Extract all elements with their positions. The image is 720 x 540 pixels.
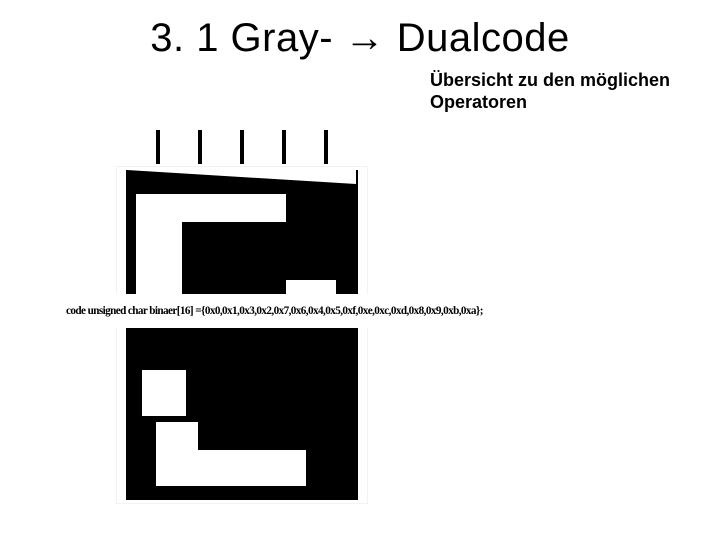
lead-2 xyxy=(198,130,202,164)
subtitle: Übersicht zu den möglichen Operatoren xyxy=(430,70,690,113)
code-text: code unsigned char binaer[16] ={0x0,0x1,… xyxy=(66,305,483,317)
lead-5 xyxy=(324,130,328,164)
encoder-figure xyxy=(56,130,356,530)
lead-3 xyxy=(240,130,244,164)
island-a xyxy=(206,240,276,290)
title-text: 3. 1 Gray- → Dualcode xyxy=(150,16,570,60)
cut-f xyxy=(156,422,198,486)
subtitle-line2: Operatoren xyxy=(430,92,527,112)
cut-b xyxy=(136,194,182,302)
lead-1 xyxy=(156,130,160,164)
slide: 3. 1 Gray- → Dualcode Übersicht zu den m… xyxy=(0,0,720,540)
encoder-bevel xyxy=(126,170,356,184)
code-strip: code unsigned char binaer[16] ={0x0,0x1,… xyxy=(62,294,682,328)
lead-4 xyxy=(282,130,286,164)
cut-d xyxy=(142,370,186,416)
subtitle-line1: Übersicht zu den möglichen xyxy=(430,70,670,90)
slide-title: 3. 1 Gray- → Dualcode xyxy=(0,16,720,61)
encoder-leads xyxy=(148,130,338,168)
